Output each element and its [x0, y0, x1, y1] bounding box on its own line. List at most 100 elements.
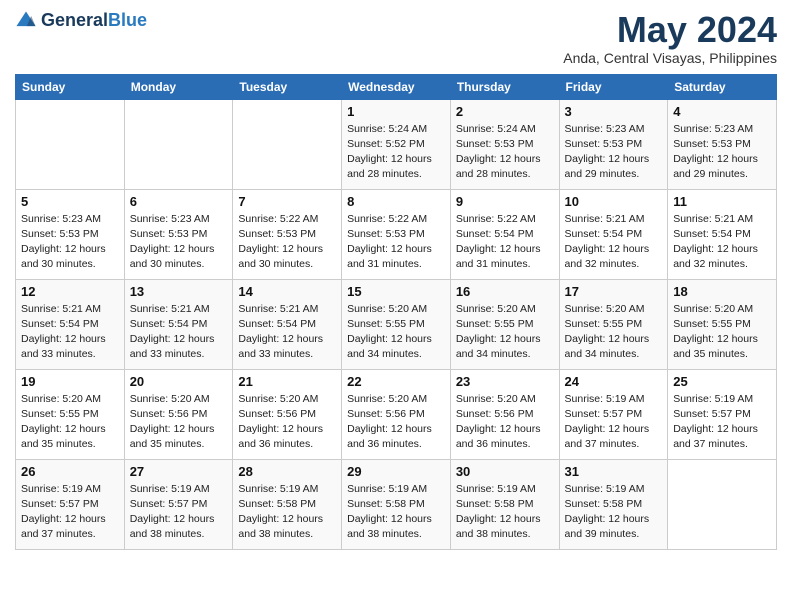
- day-number: 12: [21, 284, 119, 299]
- day-number: 10: [565, 194, 663, 209]
- day-info: Sunrise: 5:20 AM Sunset: 5:56 PM Dayligh…: [238, 392, 336, 453]
- day-number: 1: [347, 104, 445, 119]
- day-number: 21: [238, 374, 336, 389]
- day-info: Sunrise: 5:21 AM Sunset: 5:54 PM Dayligh…: [238, 302, 336, 363]
- calendar-cell: 10 Sunrise: 5:21 AM Sunset: 5:54 PM Dayli…: [559, 189, 668, 279]
- day-number: 24: [565, 374, 663, 389]
- calendar-cell: 30 Sunrise: 5:19 AM Sunset: 5:58 PM Dayli…: [450, 459, 559, 549]
- day-info: Sunrise: 5:21 AM Sunset: 5:54 PM Dayligh…: [673, 212, 771, 273]
- day-info: Sunrise: 5:23 AM Sunset: 5:53 PM Dayligh…: [21, 212, 119, 273]
- month-title: May 2024: [563, 10, 777, 50]
- week-row-3: 12 Sunrise: 5:21 AM Sunset: 5:54 PM Dayli…: [16, 279, 777, 369]
- col-header-monday: Monday: [124, 74, 233, 99]
- day-info: Sunrise: 5:23 AM Sunset: 5:53 PM Dayligh…: [673, 122, 771, 183]
- calendar-cell: 11 Sunrise: 5:21 AM Sunset: 5:54 PM Dayli…: [668, 189, 777, 279]
- day-number: 18: [673, 284, 771, 299]
- week-row-1: 1 Sunrise: 5:24 AM Sunset: 5:52 PM Daylig…: [16, 99, 777, 189]
- calendar-cell: 24 Sunrise: 5:19 AM Sunset: 5:57 PM Dayli…: [559, 369, 668, 459]
- day-number: 6: [130, 194, 228, 209]
- day-info: Sunrise: 5:19 AM Sunset: 5:58 PM Dayligh…: [456, 482, 554, 543]
- title-block: May 2024 Anda, Central Visayas, Philippi…: [563, 10, 777, 66]
- calendar-cell: [668, 459, 777, 549]
- calendar-cell: 7 Sunrise: 5:22 AM Sunset: 5:53 PM Daylig…: [233, 189, 342, 279]
- calendar-cell: 9 Sunrise: 5:22 AM Sunset: 5:54 PM Daylig…: [450, 189, 559, 279]
- day-number: 7: [238, 194, 336, 209]
- day-number: 27: [130, 464, 228, 479]
- day-number: 15: [347, 284, 445, 299]
- logo-icon: [15, 10, 37, 32]
- day-number: 26: [21, 464, 119, 479]
- calendar-header-row: SundayMondayTuesdayWednesdayThursdayFrid…: [16, 74, 777, 99]
- calendar-cell: 31 Sunrise: 5:19 AM Sunset: 5:58 PM Dayli…: [559, 459, 668, 549]
- day-number: 19: [21, 374, 119, 389]
- day-info: Sunrise: 5:19 AM Sunset: 5:57 PM Dayligh…: [673, 392, 771, 453]
- day-number: 3: [565, 104, 663, 119]
- calendar-cell: 17Sunrise: 5:20 AM Sunset: 5:55 PM Dayli…: [559, 279, 668, 369]
- calendar-cell: 16Sunrise: 5:20 AM Sunset: 5:55 PM Dayli…: [450, 279, 559, 369]
- calendar-cell: 1 Sunrise: 5:24 AM Sunset: 5:52 PM Daylig…: [342, 99, 451, 189]
- day-info: Sunrise: 5:22 AM Sunset: 5:53 PM Dayligh…: [238, 212, 336, 273]
- page-header: GeneralBlue May 2024 Anda, Central Visay…: [15, 10, 777, 66]
- day-number: 16: [456, 284, 554, 299]
- calendar-cell: 28Sunrise: 5:19 AM Sunset: 5:58 PM Dayli…: [233, 459, 342, 549]
- calendar-cell: 27 Sunrise: 5:19 AM Sunset: 5:57 PM Dayli…: [124, 459, 233, 549]
- day-number: 5: [21, 194, 119, 209]
- day-info: Sunrise: 5:20 AM Sunset: 5:56 PM Dayligh…: [347, 392, 445, 453]
- day-number: 30: [456, 464, 554, 479]
- day-info: Sunrise: 5:19 AM Sunset: 5:58 PM Dayligh…: [565, 482, 663, 543]
- day-info: Sunrise: 5:19 AM Sunset: 5:57 PM Dayligh…: [130, 482, 228, 543]
- calendar-cell: 23Sunrise: 5:20 AM Sunset: 5:56 PM Dayli…: [450, 369, 559, 459]
- day-number: 14: [238, 284, 336, 299]
- calendar-cell: 13 Sunrise: 5:21 AM Sunset: 5:54 PM Dayli…: [124, 279, 233, 369]
- week-row-2: 5 Sunrise: 5:23 AM Sunset: 5:53 PM Daylig…: [16, 189, 777, 279]
- day-info: Sunrise: 5:24 AM Sunset: 5:52 PM Dayligh…: [347, 122, 445, 183]
- col-header-saturday: Saturday: [668, 74, 777, 99]
- calendar-cell: 21 Sunrise: 5:20 AM Sunset: 5:56 PM Dayli…: [233, 369, 342, 459]
- day-info: Sunrise: 5:19 AM Sunset: 5:58 PM Dayligh…: [347, 482, 445, 543]
- day-info: Sunrise: 5:23 AM Sunset: 5:53 PM Dayligh…: [130, 212, 228, 273]
- calendar-cell: 19Sunrise: 5:20 AM Sunset: 5:55 PM Dayli…: [16, 369, 125, 459]
- day-number: 4: [673, 104, 771, 119]
- day-number: 22: [347, 374, 445, 389]
- col-header-wednesday: Wednesday: [342, 74, 451, 99]
- calendar-cell: [233, 99, 342, 189]
- calendar-cell: 29Sunrise: 5:19 AM Sunset: 5:58 PM Dayli…: [342, 459, 451, 549]
- calendar-cell: 26Sunrise: 5:19 AM Sunset: 5:57 PM Dayli…: [16, 459, 125, 549]
- calendar-cell: 18 Sunrise: 5:20 AM Sunset: 5:55 PM Dayli…: [668, 279, 777, 369]
- day-info: Sunrise: 5:19 AM Sunset: 5:57 PM Dayligh…: [565, 392, 663, 453]
- day-info: Sunrise: 5:21 AM Sunset: 5:54 PM Dayligh…: [130, 302, 228, 363]
- day-info: Sunrise: 5:23 AM Sunset: 5:53 PM Dayligh…: [565, 122, 663, 183]
- location-subtitle: Anda, Central Visayas, Philippines: [563, 50, 777, 66]
- col-header-sunday: Sunday: [16, 74, 125, 99]
- col-header-friday: Friday: [559, 74, 668, 99]
- calendar-cell: [124, 99, 233, 189]
- day-info: Sunrise: 5:21 AM Sunset: 5:54 PM Dayligh…: [21, 302, 119, 363]
- calendar-cell: 4 Sunrise: 5:23 AM Sunset: 5:53 PM Daylig…: [668, 99, 777, 189]
- day-info: Sunrise: 5:21 AM Sunset: 5:54 PM Dayligh…: [565, 212, 663, 273]
- day-number: 9: [456, 194, 554, 209]
- day-info: Sunrise: 5:22 AM Sunset: 5:54 PM Dayligh…: [456, 212, 554, 273]
- logo-general: General: [41, 10, 108, 30]
- day-info: Sunrise: 5:20 AM Sunset: 5:56 PM Dayligh…: [130, 392, 228, 453]
- day-number: 11: [673, 194, 771, 209]
- calendar-cell: [16, 99, 125, 189]
- day-number: 31: [565, 464, 663, 479]
- calendar-cell: 2Sunrise: 5:24 AM Sunset: 5:53 PM Daylig…: [450, 99, 559, 189]
- day-number: 8: [347, 194, 445, 209]
- calendar-cell: 20Sunrise: 5:20 AM Sunset: 5:56 PM Dayli…: [124, 369, 233, 459]
- day-info: Sunrise: 5:20 AM Sunset: 5:55 PM Dayligh…: [565, 302, 663, 363]
- calendar-cell: 25 Sunrise: 5:19 AM Sunset: 5:57 PM Dayli…: [668, 369, 777, 459]
- calendar-cell: 12 Sunrise: 5:21 AM Sunset: 5:54 PM Dayli…: [16, 279, 125, 369]
- calendar-table: SundayMondayTuesdayWednesdayThursdayFrid…: [15, 74, 777, 550]
- day-info: Sunrise: 5:20 AM Sunset: 5:55 PM Dayligh…: [673, 302, 771, 363]
- calendar-cell: 6 Sunrise: 5:23 AM Sunset: 5:53 PM Daylig…: [124, 189, 233, 279]
- day-number: 28: [238, 464, 336, 479]
- day-number: 13: [130, 284, 228, 299]
- calendar-cell: 8Sunrise: 5:22 AM Sunset: 5:53 PM Daylig…: [342, 189, 451, 279]
- day-info: Sunrise: 5:20 AM Sunset: 5:55 PM Dayligh…: [347, 302, 445, 363]
- calendar-cell: 5 Sunrise: 5:23 AM Sunset: 5:53 PM Daylig…: [16, 189, 125, 279]
- day-number: 25: [673, 374, 771, 389]
- calendar-cell: 15 Sunrise: 5:20 AM Sunset: 5:55 PM Dayli…: [342, 279, 451, 369]
- day-number: 23: [456, 374, 554, 389]
- col-header-thursday: Thursday: [450, 74, 559, 99]
